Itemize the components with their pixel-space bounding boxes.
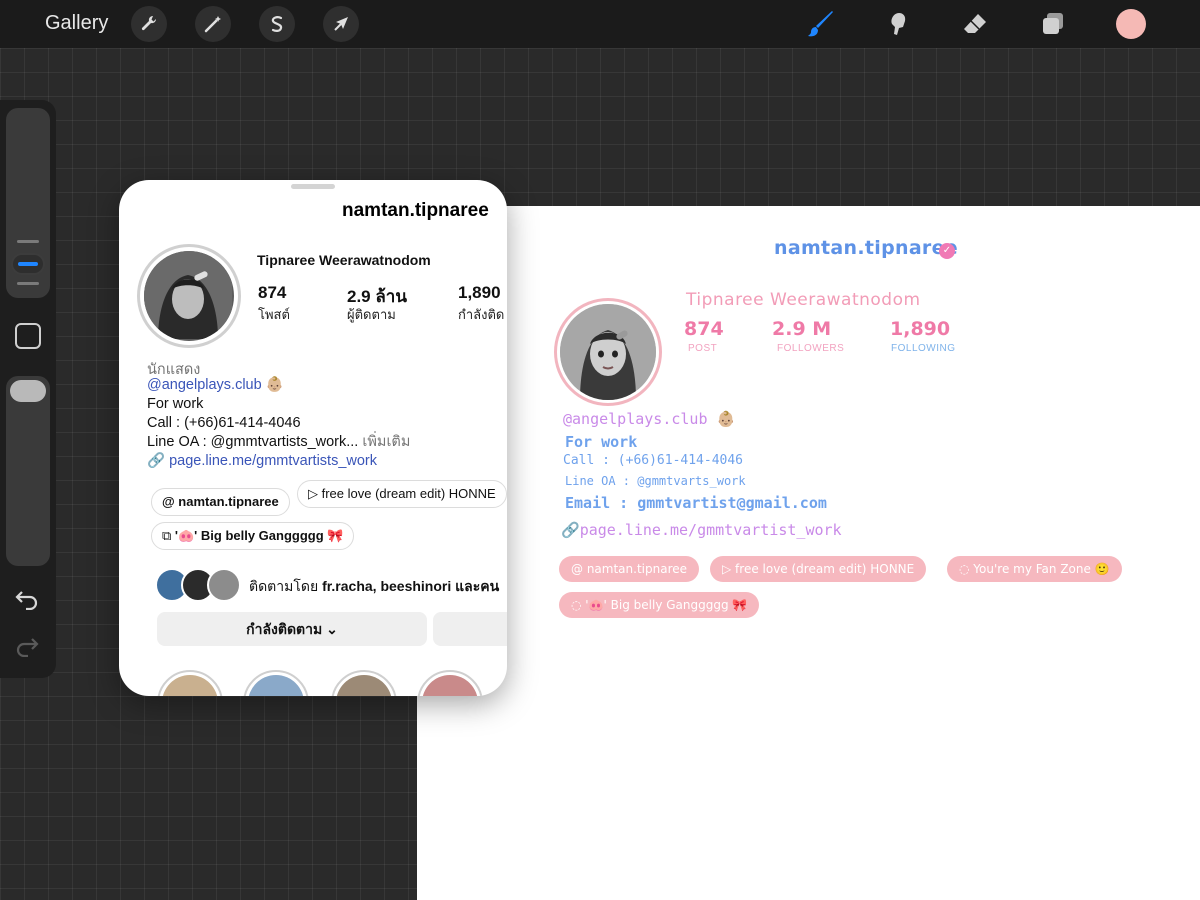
chat-icon: ◌ [571,598,586,612]
top-toolbar: Gallery [0,0,1200,48]
drawn-for-work: For work [565,433,638,451]
opacity-knob[interactable] [10,380,46,402]
ig-avatar[interactable] [137,244,241,348]
layers-icon[interactable] [1037,8,1069,40]
story-highlight[interactable] [331,670,397,696]
ig-posts-count: 874 [258,283,287,302]
ig-full-name: Tipnaree Weerawatnodom [257,252,431,268]
drawn-line-oa: Line OA : @gmmtvarts_work [565,474,746,488]
ig-more-link[interactable]: เพิ่มเติม [362,434,410,450]
ig-link[interactable]: page.line.me/gmmtvartists_work [169,453,377,469]
message-button[interactable] [433,612,507,646]
selection-icon[interactable] [259,6,295,42]
verified-badge-icon: ✓ [939,243,955,259]
drawn-pill-threads-label: namtan.tipnaree [586,562,688,576]
eraser-icon[interactable] [959,8,991,40]
story-highlight[interactable] [157,670,223,696]
reference-image-window[interactable]: namtan.tipnaree Tipnaree Weerawatnodom 8… [119,180,507,696]
drawn-pill-music: ▷ free love (dream edit) HONNE [710,556,927,582]
drawn-handle: @angelplays.club 👶🏼 [563,410,736,428]
drawn-followers-count: 2.9 M [772,318,832,340]
drawn-full-name: Tipnaree Weerawatnodom [686,290,921,310]
drawn-post-count: 874 [684,318,724,340]
ig-line-oa: Line OA : @gmmtvartists_work... [147,434,359,450]
drawn-pill-bigbelly-label: '🐽' Big belly Ganggggg 🎀 [585,598,748,612]
story-highlight[interactable] [243,670,309,696]
ig-threads-pill[interactable]: @ namtan.tipnaree [151,488,290,516]
drawn-post-label: POST [688,343,718,354]
ig-handle-link[interactable]: @angelplays.club 👶🏼 [147,376,284,393]
drawn-link: page.line.me/gmmtvartist_work [579,521,842,539]
ig-following-count[interactable]: 1,890 [458,283,501,303]
opacity-slider[interactable] [6,376,50,566]
transform-arrow-icon[interactable] [323,6,359,42]
story-highlight[interactable] [417,670,483,696]
link-icon: 🔗 [147,453,166,469]
ig-bigbelly-pill[interactable]: ⧉ '🐽' Big belly Ganggggg 🎀 [151,522,355,550]
threads-icon: @ [571,562,587,576]
drawn-pill-threads: @ namtan.tipnaree [559,556,700,582]
following-button-label: กำลังติดตาม [246,621,323,637]
modify-button[interactable] [15,323,41,349]
brush-icon[interactable] [805,8,837,40]
drawn-username: namtan.tipnaree [774,237,958,259]
drawing-canvas[interactable] [417,206,1200,900]
ig-threads-label: namtan.tipnaree [178,494,279,509]
ig-music-pill[interactable]: ▷ free love (dream edit) HONNE [297,480,507,508]
ig-followed-by-names: fr.racha, beeshinori และคน [322,578,500,594]
follower-avatar[interactable] [207,568,241,602]
ig-following-label[interactable]: กำลังติด [458,304,504,325]
threads-icon: @ [162,494,179,509]
drag-handle[interactable] [291,184,335,189]
ig-bigbelly-label: '🐽' Big belly Ganggggg 🎀 [174,528,344,543]
slider-notch [17,240,39,243]
left-sidebar [0,100,56,678]
ig-link-row[interactable]: 🔗 page.line.me/gmmtvartists_work [147,452,377,469]
drawn-pill-bigbelly: ◌ '🐽' Big belly Ganggggg 🎀 [559,592,760,618]
drawn-link-row: 🔗page.line.me/gmmtvartist_work [561,521,842,539]
ig-bio-line: Call : (+66)61-414-4046 [147,415,301,431]
brush-size-knob[interactable] [11,253,45,275]
smudge-icon[interactable] [883,8,915,40]
drawn-call: Call : (+66)61-414-4046 [563,453,744,468]
wrench-icon[interactable] [131,6,167,42]
ig-followers-label[interactable]: ผู้ติดตาม [347,304,396,325]
following-button[interactable]: กำลังติดตาม ⌄ [157,612,427,646]
brush-size-slider[interactable] [6,108,50,298]
ig-bio-line: For work [147,396,204,412]
drawn-following-count: 1,890 [890,318,951,340]
ig-posts-label: โพสต์ [258,307,290,322]
color-picker-button[interactable] [1116,9,1146,39]
drawn-avatar [554,298,662,406]
gallery-button[interactable]: Gallery [45,12,108,35]
drawn-pill-fanzone-label: You're my Fan Zone 🙂 [973,562,1110,576]
ig-followed-by-prefix: ติดตามโดย [249,578,319,594]
drawn-email: Email : gmmtvartist@gmail.com [565,494,827,512]
undo-icon[interactable] [14,588,40,615]
drawn-followers-label: FOLLOWERS [777,343,845,354]
drawn-following-label: FOLLOWING [891,343,956,354]
ig-followed-by[interactable]: ติดตามโดย fr.racha, beeshinori และคน [249,576,499,598]
redo-icon[interactable] [14,635,40,662]
ig-username: namtan.tipnaree [342,200,489,221]
chat-icon: ⧉ [162,528,175,543]
chat-icon: ◌ [959,562,974,576]
link-icon: 🔗 [561,521,580,539]
drawn-pill-fanzone: ◌ You're my Fan Zone 🙂 [947,556,1122,582]
ig-line-oa-row: Line OA : @gmmtvartists_work... เพิ่มเติ… [147,430,410,453]
chevron-down-icon: ⌄ [326,621,338,637]
magic-wand-icon[interactable] [195,6,231,42]
slider-notch [17,282,39,285]
